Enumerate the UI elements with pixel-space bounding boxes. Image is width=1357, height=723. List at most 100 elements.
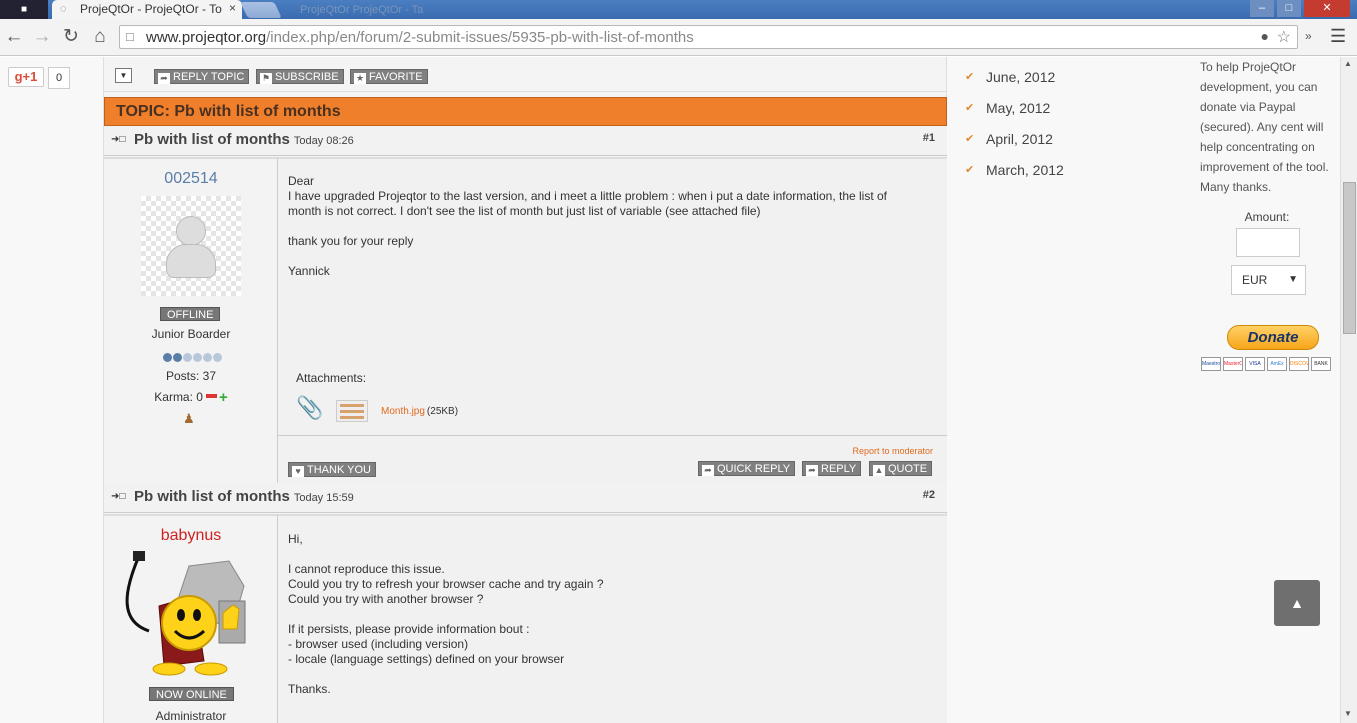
reply-topic-button[interactable]: ➦ REPLY TOPIC	[154, 69, 250, 84]
payment-card-icon: Maestro	[1201, 357, 1221, 371]
browser-tab-active[interactable]: ◌ ProjeQtOr - ProjeQtOr - To ×	[52, 0, 242, 19]
rank-dot	[203, 353, 212, 362]
thank-you-button[interactable]: ♥ THANK YOU	[288, 462, 376, 477]
quick-reply-label: QUICK REPLY	[717, 463, 791, 475]
rank-dot	[213, 353, 222, 362]
url-path: /index.php/en/forum/2-submit-issues/5935…	[266, 29, 694, 46]
favorite-label: FAVORITE	[369, 71, 423, 83]
post-number[interactable]: #1	[923, 132, 935, 144]
post-actions: Report to moderator ♥ THANK YOU ➦ QUICK RE…	[278, 435, 947, 485]
home-icon[interactable]: ⌂	[89, 24, 111, 50]
posts-count: Posts: 37	[165, 369, 217, 383]
archive-month-label[interactable]: May, 2012	[986, 100, 1050, 116]
attachment-size: (25KB)	[426, 406, 459, 417]
archive-month-item[interactable]: ✔ June, 2012	[962, 65, 1182, 96]
favorite-button[interactable]: ★ FAVORITE	[350, 69, 428, 84]
author-name[interactable]: 002514	[104, 170, 278, 188]
post-time: Today 15:59	[293, 492, 354, 504]
reload-icon[interactable]: ↻	[60, 24, 82, 50]
check-icon: ✔	[965, 71, 975, 83]
scrollbar-thumb[interactable]	[1343, 182, 1356, 334]
post-number[interactable]: #2	[923, 489, 935, 501]
archive-month-label[interactable]: April, 2012	[986, 131, 1053, 147]
archive-month-label[interactable]: March, 2012	[986, 162, 1064, 178]
quote-label: QUOTE	[888, 463, 928, 475]
archive-month-item[interactable]: ✔ March, 2012	[962, 158, 1182, 189]
extensions-chevron-icon[interactable]: »	[1305, 29, 1312, 43]
payment-card-icon: MasterCard	[1223, 357, 1243, 371]
karma-plus-icon[interactable]: +	[219, 390, 228, 405]
post-link-icon[interactable]: ➜□	[111, 134, 125, 145]
collapse-toggle-icon[interactable]: ▼	[115, 68, 132, 83]
rank-label: Junior Boarder	[151, 327, 231, 341]
attachment-thumbnail[interactable]	[336, 400, 368, 422]
maximize-button[interactable]: □	[1277, 0, 1301, 17]
author-name[interactable]: babynus	[104, 527, 278, 545]
status-badge: NOW ONLINE	[149, 687, 234, 701]
minimize-button[interactable]: –	[1250, 0, 1274, 17]
window-close-button[interactable]: ✕	[1304, 0, 1350, 17]
attachment-filename[interactable]: Month.jpg	[381, 406, 425, 417]
donate-button[interactable]: Donate	[1227, 325, 1319, 350]
post-title-text: Pb with list of months	[134, 488, 290, 505]
reply-label: REPLY	[821, 463, 857, 475]
paperclip-icon: 📎	[296, 395, 324, 420]
google-plus-button[interactable]: g+1	[8, 67, 44, 87]
archive-month-label[interactable]: June, 2012	[986, 69, 1055, 85]
forward-arrow-icon[interactable]: →	[31, 24, 53, 50]
url-text[interactable]: www.projeqtor.org/index.php/en/forum/2-s…	[146, 29, 694, 46]
back-to-top-button[interactable]: ▲	[1274, 580, 1320, 626]
scroll-down-icon[interactable]: ▼	[1344, 709, 1352, 718]
report-to-moderator-link[interactable]: Report to moderator	[852, 446, 933, 456]
topic-header: TOPIC: Pb with list of months	[104, 97, 947, 126]
attachments-label: Attachments:	[296, 371, 367, 385]
browser-toolbar: ← → ↻ ⌂ □ www.projeqtor.org/index.php/en…	[0, 19, 1357, 56]
payment-card-icon: VISA	[1245, 357, 1265, 371]
url-domain: www.projeqtor.org	[146, 29, 267, 46]
avatar-body-shape	[166, 244, 216, 278]
rank-dot	[173, 353, 182, 362]
post-link-icon[interactable]: ➜□	[111, 491, 125, 502]
archive-month-item[interactable]: ✔ April, 2012	[962, 127, 1182, 158]
karma-minus-icon[interactable]	[205, 394, 217, 398]
gender-icon: ♟	[183, 411, 195, 426]
attachment-link[interactable]: Month.jpg (25KB)	[381, 406, 458, 417]
heart-icon: ♥	[292, 466, 304, 477]
new-tab-button[interactable]	[240, 2, 282, 18]
lightbulb-icon[interactable]: ●	[1261, 28, 1269, 44]
google-plus-count: 0	[48, 67, 70, 89]
hamburger-menu-icon[interactable]: ☰	[1330, 26, 1346, 47]
reply-arrow-icon: ➦	[806, 465, 818, 476]
post-text: Hi, I cannot reproduce this issue. Could…	[288, 532, 604, 696]
thank-you-label: THANK YOU	[307, 464, 371, 476]
reply-arrow-icon: ➦	[702, 465, 714, 476]
reply-topic-label: REPLY TOPIC	[173, 71, 245, 83]
tab-favicon-icon: ◌	[60, 3, 67, 15]
donate-text: To help ProjeQtOr development, you can d…	[1200, 60, 1329, 194]
author-profile: 002514 OFFLINE Junior Boarder Posts: 37 …	[104, 157, 278, 483]
tab-close-icon[interactable]: ×	[229, 1, 236, 15]
back-arrow-icon[interactable]: ←	[3, 24, 25, 50]
topic-title: TOPIC: Pb with list of months	[116, 103, 341, 120]
subscribe-button[interactable]: ⚑ SUBSCRIBE	[256, 69, 344, 84]
reply-button[interactable]: ➦ REPLY	[802, 461, 862, 476]
rank-label: Administrator	[155, 709, 227, 723]
bookmark-star-icon[interactable]: ☆	[1277, 27, 1291, 47]
archive-month-item[interactable]: ✔ May, 2012	[962, 96, 1182, 127]
quote-button[interactable]: ▲ QUOTE	[869, 461, 933, 476]
quick-reply-button[interactable]: ➦ QUICK REPLY	[698, 461, 796, 476]
payment-cards: MaestroMasterCardVISAAmExDISCOVERBANK	[1201, 357, 1336, 372]
address-bar[interactable]: □ www.projeqtor.org/index.php/en/forum/2…	[119, 25, 1298, 49]
amount-input[interactable]	[1236, 228, 1300, 257]
browser-profile-avatar[interactable]: ■	[0, 0, 48, 19]
page-icon: □	[126, 29, 134, 44]
avatar[interactable]	[119, 551, 267, 676]
currency-select[interactable]: EUR ▼	[1231, 265, 1306, 295]
avatar[interactable]	[141, 196, 241, 296]
check-icon: ✔	[965, 102, 975, 114]
status-badge: OFFLINE	[160, 307, 221, 321]
scroll-up-icon[interactable]: ▲	[1344, 59, 1352, 68]
check-icon: ✔	[965, 164, 975, 176]
page-viewport: g+1 0 ▼ ➦ REPLY TOPIC ⚑ SUBSCRIBE ★ FAVORIT…	[0, 57, 1357, 723]
scrollbar[interactable]: ▲ ▼	[1340, 57, 1357, 723]
